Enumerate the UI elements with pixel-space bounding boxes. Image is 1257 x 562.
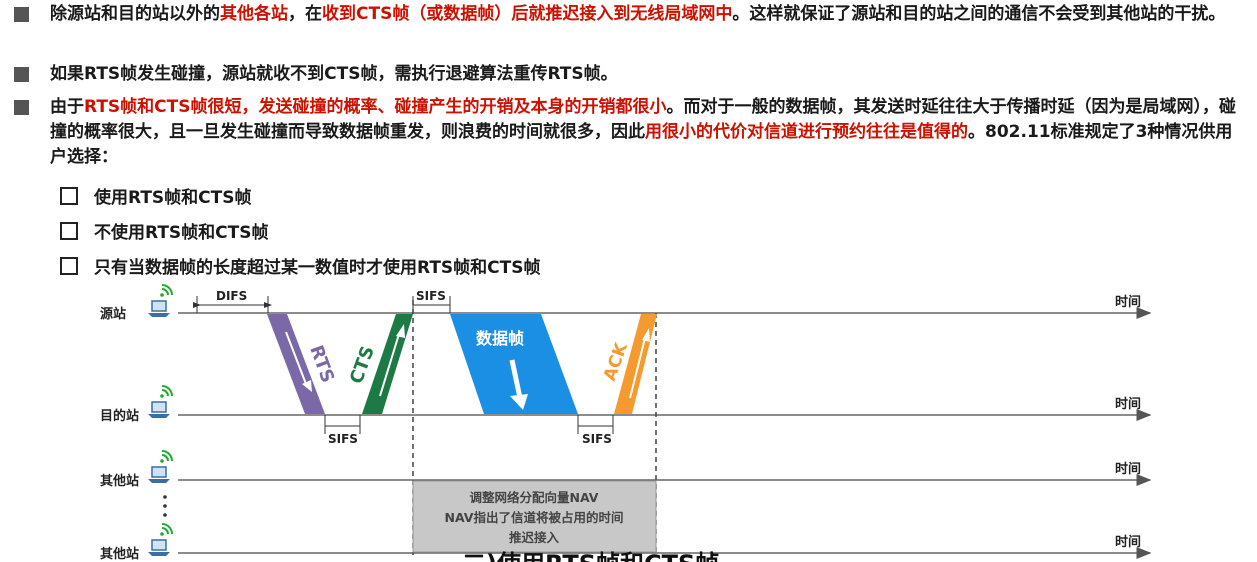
nav-text-line: 推迟接入 bbox=[509, 530, 560, 545]
station-label-source: 源站 bbox=[100, 306, 126, 322]
station-label-other: 其他站 bbox=[100, 546, 139, 562]
sifs-label: SIFS bbox=[328, 432, 358, 446]
difs-label: DIFS bbox=[216, 289, 247, 303]
ellipsis-dot bbox=[163, 504, 167, 508]
sifs-label: SIFS bbox=[416, 289, 446, 303]
laptop-icon bbox=[147, 523, 173, 557]
time-label: 时间 bbox=[1115, 461, 1141, 477]
nav-text-line: 调整网络分配向量NAV bbox=[470, 490, 599, 505]
station-label-destination: 目的站 bbox=[100, 408, 139, 424]
bottom-caption: 二)使用RTS帧和CTS帧 bbox=[462, 550, 719, 562]
time-label: 时间 bbox=[1115, 534, 1141, 550]
time-label: 时间 bbox=[1115, 396, 1141, 412]
ellipsis-dot bbox=[163, 513, 167, 517]
nav-text-line: NAV指出了信道将被占用的时间 bbox=[445, 510, 624, 525]
sifs-label: SIFS bbox=[582, 432, 612, 446]
rts-cts-timing-diagram: 源站 目的站 其他站 其他站 时间 时间 时间 时间 DIFS SIFS SIF… bbox=[100, 284, 1152, 562]
data-frame-label: 数据帧 bbox=[476, 329, 524, 348]
laptop-icon bbox=[147, 284, 173, 318]
laptop-icon bbox=[147, 450, 173, 484]
station-label-other: 其他站 bbox=[100, 473, 139, 489]
laptop-icon bbox=[147, 385, 173, 419]
ellipsis-dot bbox=[163, 495, 167, 499]
time-label: 时间 bbox=[1115, 294, 1141, 310]
